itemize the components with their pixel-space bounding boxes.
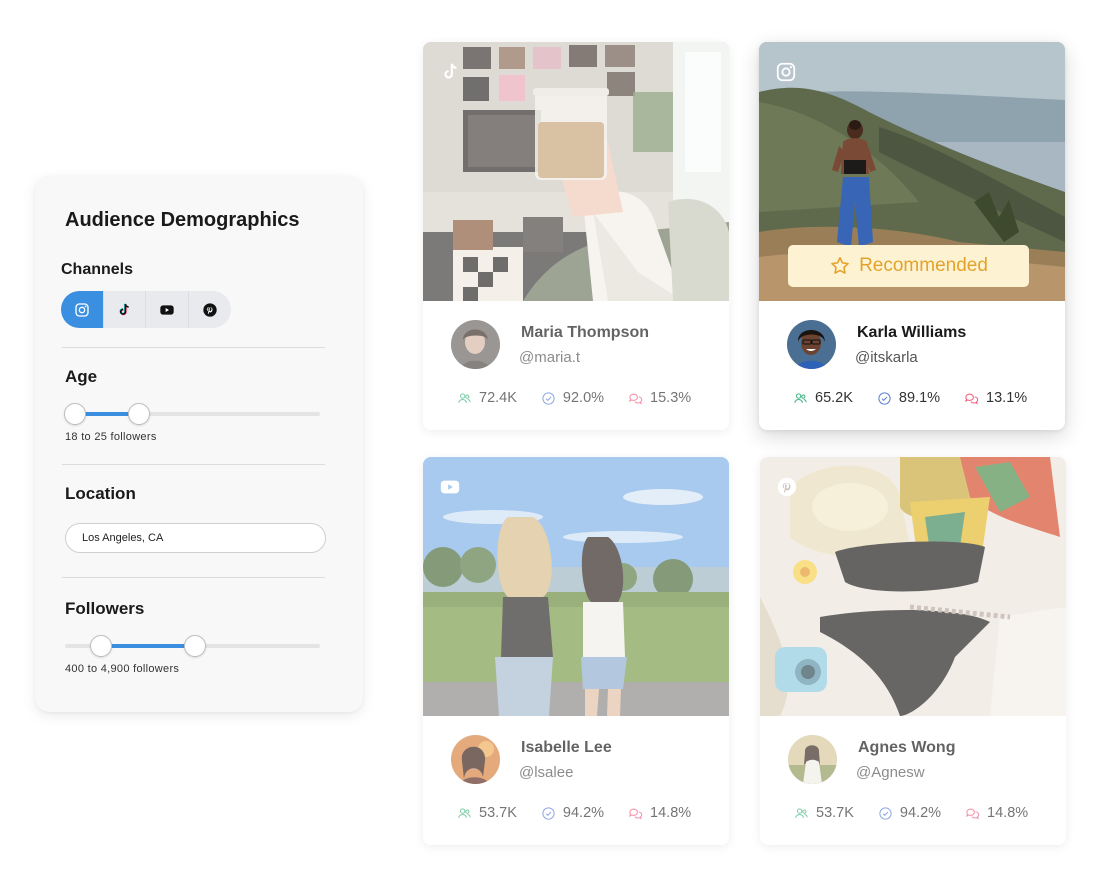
- channel-instagram-button[interactable]: [61, 291, 104, 328]
- creator-stats: 72.4K 92.0% 15.3%: [457, 390, 715, 406]
- users-icon: [795, 807, 808, 818]
- engagement-value: 15.3%: [650, 390, 692, 406]
- check-circle-icon: [879, 806, 892, 820]
- instagram-icon: [75, 302, 89, 317]
- slider-fill: [100, 644, 196, 648]
- creator-handle: @Agnesw: [856, 764, 925, 781]
- chat-bubbles-icon: [629, 393, 643, 404]
- recommended-label: Recommended: [859, 255, 988, 276]
- engagement-value: 13.1%: [986, 390, 1028, 406]
- followers-caption: 400 to 4,900 followers: [65, 663, 180, 675]
- creator-card[interactable]: Maria Thompson @maria.t 72.4K 92.0% 15.3…: [423, 42, 729, 430]
- engagement-value: 14.8%: [987, 805, 1029, 821]
- divider: [62, 347, 325, 348]
- slider-max-handle[interactable]: [184, 635, 207, 657]
- check-circle-icon: [542, 391, 555, 405]
- check-circle-icon: [542, 806, 555, 820]
- creator-card[interactable]: Agnes Wong @Agnesw 53.7K 94.2% 14.8%: [760, 457, 1066, 845]
- star-icon: [831, 256, 849, 274]
- slider-min-handle[interactable]: [64, 403, 87, 425]
- pinterest-icon: [777, 477, 797, 497]
- chat-bubbles-icon: [965, 393, 979, 404]
- creator-photo: Recommended: [759, 42, 1065, 301]
- creator-handle: @maria.t: [519, 349, 581, 366]
- tiktok-icon: [119, 303, 130, 315]
- avatar: [788, 735, 837, 784]
- age-range-slider[interactable]: [64, 402, 320, 426]
- authenticity-value: 89.1%: [898, 390, 941, 406]
- check-circle-icon: [878, 391, 891, 405]
- creator-photo: [423, 457, 729, 716]
- creator-stats: 65.2K 89.1% 13.1%: [793, 390, 1051, 406]
- instagram-icon: [776, 62, 796, 82]
- divider: [62, 464, 325, 465]
- users-icon: [794, 392, 807, 403]
- location-label: Location: [65, 484, 136, 503]
- recommended-badge[interactable]: Recommended: [788, 245, 1029, 287]
- creator-stats: 53.7K 94.2% 14.8%: [457, 805, 715, 821]
- followers-stat: 53.7K: [457, 805, 517, 821]
- creator-handle: @itskarla: [855, 349, 918, 366]
- followers-stat: 53.7K: [794, 805, 854, 821]
- followers-range-slider[interactable]: [65, 634, 320, 658]
- authenticity-value: 94.2%: [562, 805, 605, 821]
- creator-handle: @lsalee: [519, 764, 574, 781]
- followers-stat: 72.4K: [457, 390, 517, 406]
- divider: [62, 577, 325, 578]
- avatar: [787, 320, 836, 369]
- followers-value: 65.2K: [815, 390, 853, 406]
- slider-max-handle[interactable]: [127, 403, 150, 425]
- creator-card-recommended[interactable]: Recommended Karla Williams @itskarla 65.…: [759, 42, 1065, 430]
- authenticity-value: 92.0%: [562, 390, 605, 406]
- followers-label: Followers: [65, 599, 145, 618]
- age-caption: 18 to 25 followers: [65, 431, 157, 443]
- channels-label: Channels: [61, 261, 134, 278]
- creator-name: Maria Thompson: [521, 324, 650, 341]
- authenticity-stat: 94.2%: [878, 805, 941, 821]
- authenticity-value: 94.2%: [899, 805, 942, 821]
- engagement-stat: 14.8%: [965, 805, 1028, 821]
- audience-demographics-panel: Audience Demographics Channels Age 18 to…: [35, 176, 363, 712]
- engagement-stat: 15.3%: [628, 390, 691, 406]
- users-icon: [458, 807, 471, 818]
- avatar: [451, 735, 500, 784]
- followers-stat: 65.2K: [793, 390, 853, 406]
- authenticity-stat: 92.0%: [541, 390, 604, 406]
- channel-selector: [61, 291, 231, 328]
- users-icon: [458, 392, 471, 403]
- youtube-icon: [160, 304, 174, 315]
- engagement-stat: 13.1%: [964, 390, 1027, 406]
- engagement-value: 14.8%: [650, 805, 692, 821]
- panel-title: Audience Demographics: [65, 209, 300, 231]
- chat-bubbles-icon: [629, 808, 643, 819]
- engagement-stat: 14.8%: [628, 805, 691, 821]
- pinterest-icon: [203, 302, 217, 317]
- authenticity-stat: 94.2%: [541, 805, 604, 821]
- channel-youtube-button[interactable]: [146, 291, 189, 328]
- chat-bubbles-icon: [966, 808, 980, 819]
- tiktok-icon: [444, 63, 457, 79]
- creator-name: Agnes Wong: [858, 739, 956, 756]
- followers-value: 72.4K: [479, 390, 517, 406]
- creator-card[interactable]: Isabelle Lee @lsalee 53.7K 94.2% 14.8%: [423, 457, 729, 845]
- channel-pinterest-button[interactable]: [189, 291, 231, 328]
- followers-value: 53.7K: [479, 805, 517, 821]
- creator-name: Karla Williams: [857, 324, 967, 341]
- slider-min-handle[interactable]: [89, 635, 112, 657]
- location-input[interactable]: Los Angeles, CA: [65, 523, 326, 553]
- youtube-icon: [440, 480, 460, 494]
- avatar: [451, 320, 500, 369]
- channel-tiktok-button[interactable]: [104, 291, 146, 328]
- creator-name: Isabelle Lee: [521, 739, 612, 756]
- age-label: Age: [65, 367, 98, 386]
- authenticity-stat: 89.1%: [877, 390, 940, 406]
- followers-value: 53.7K: [816, 805, 854, 821]
- creator-photo: [760, 457, 1066, 716]
- creator-stats: 53.7K 94.2% 14.8%: [794, 805, 1052, 821]
- creator-photo: [423, 42, 729, 301]
